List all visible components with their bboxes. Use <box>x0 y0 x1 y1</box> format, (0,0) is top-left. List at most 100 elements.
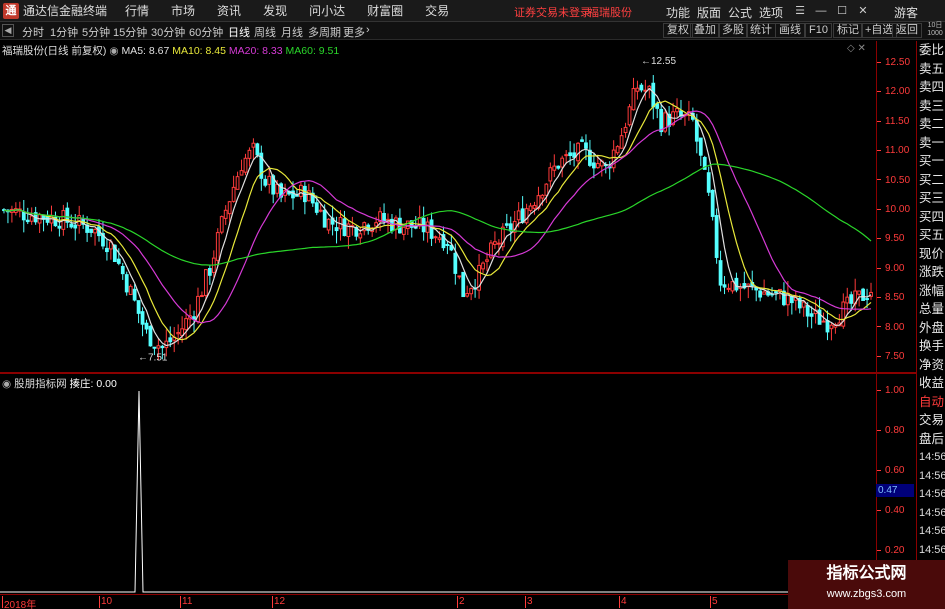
candle-body <box>184 318 188 331</box>
candle-body <box>69 223 74 228</box>
candle-body <box>445 243 450 246</box>
period-weekly[interactable]: 周线 <box>254 24 276 40</box>
candle-body <box>774 291 778 294</box>
candlestick-chart[interactable]: ←12.55 ←7.51 <box>0 41 876 372</box>
indicator-param-value: 0.00 <box>96 378 117 390</box>
candle-body <box>128 285 133 295</box>
candle-body <box>105 247 109 253</box>
indicator-tick: 0.80 <box>877 425 917 436</box>
quote-label: 交易 <box>919 413 945 427</box>
ma5-line <box>3 87 872 347</box>
candle-body <box>568 152 573 157</box>
indicator-tick: 1.00 <box>877 385 917 396</box>
f10-button[interactable]: F10 <box>805 23 832 38</box>
menu-item-market[interactable]: 市场 <box>171 2 195 19</box>
menu-item-news[interactable]: 资讯 <box>217 2 241 19</box>
candle-body <box>267 175 272 185</box>
candle-body <box>481 262 485 270</box>
minimize-icon[interactable]: — <box>813 3 829 19</box>
candle-body <box>322 209 327 228</box>
candle-body <box>718 260 723 286</box>
statistics-button[interactable]: 统计 <box>746 23 776 38</box>
candle-body <box>29 215 34 222</box>
menu-item-options[interactable]: 选项 <box>759 4 783 21</box>
menu-icon[interactable]: ☰ <box>792 3 808 19</box>
candle-body <box>821 320 826 323</box>
candle-body <box>116 258 121 264</box>
mark-button[interactable]: 标记 <box>833 23 863 38</box>
draw-line-button[interactable]: 画线 <box>775 23 805 38</box>
menu-bar: 通 通达信金融终端 行情 市场 资讯 发现 问小达 财富圈 交易 证券交易未登录… <box>0 0 945 22</box>
candle-body <box>176 332 181 335</box>
panel-options-icon[interactable]: ◇ ✕ <box>847 43 866 54</box>
candle-body <box>520 208 525 223</box>
period-5min[interactable]: 5分钟 <box>82 24 110 40</box>
candle-body <box>93 228 97 234</box>
candle-body <box>89 228 93 233</box>
candle-body <box>675 108 679 113</box>
settings-icon[interactable]: ◉ <box>2 378 11 390</box>
close-icon[interactable]: ✕ <box>855 3 871 19</box>
menu-item-formula[interactable]: 公式 <box>728 4 752 21</box>
candle-body <box>255 143 260 156</box>
price-tick: 7.50 <box>877 351 917 362</box>
candle-body <box>865 298 869 301</box>
menu-item-quotes[interactable]: 行情 <box>125 2 149 19</box>
period-daily[interactable]: 日线 <box>228 24 250 40</box>
quote-label: 买二 <box>919 172 945 187</box>
candle-body <box>200 295 204 298</box>
login-notice[interactable]: 证券交易未登录 <box>514 4 591 20</box>
maximize-icon[interactable]: ☐ <box>834 3 850 19</box>
price-tick: 9.50 <box>877 233 917 244</box>
adjust-button[interactable]: 复权 <box>663 23 693 38</box>
menu-item-function[interactable]: 功能 <box>666 4 690 21</box>
candle-body <box>849 294 854 304</box>
time-label: 2018年 <box>1 596 36 609</box>
price-tick: 8.00 <box>877 322 917 333</box>
candle-body <box>144 322 149 330</box>
price-tick: 12.50 <box>877 57 917 68</box>
menu-item-ask[interactable]: 问小达 <box>309 2 345 19</box>
menu-item-wealth[interactable]: 财富圈 <box>367 2 403 19</box>
candle-body <box>219 216 224 233</box>
candle-body <box>548 167 553 182</box>
candle-body <box>857 290 862 295</box>
candle-body <box>730 281 735 292</box>
candle-body <box>560 157 565 168</box>
candle-body <box>120 265 125 275</box>
period-tick[interactable]: 分时 <box>22 24 44 40</box>
candle-body <box>504 223 509 226</box>
overlay-button[interactable]: 叠加 <box>690 23 720 38</box>
back-arrow-icon[interactable]: ◀ <box>2 24 14 37</box>
period-more[interactable]: 更多 <box>343 24 365 40</box>
candle-body <box>148 325 153 347</box>
indicator-tick: 0.40 <box>877 505 917 516</box>
candle-body <box>817 309 822 325</box>
guest-login[interactable]: 游客 <box>894 4 918 21</box>
indicator-chart[interactable] <box>0 374 876 594</box>
candle-body <box>714 215 719 258</box>
candle-body <box>207 268 212 276</box>
indicator-legend: ◉ 股朋指标网 揍庄: 0.00 <box>2 376 117 391</box>
ma60-legend: MA60: 9.51 <box>285 45 340 57</box>
period-30min[interactable]: 30分钟 <box>151 24 185 40</box>
multi-stock-button[interactable]: 多股 <box>718 23 748 38</box>
period-15min[interactable]: 15分钟 <box>113 24 147 40</box>
settings-icon[interactable]: ◉ <box>109 45 118 57</box>
period-multi[interactable]: 多周期 <box>308 24 341 40</box>
quote-label: 现价 <box>919 246 945 261</box>
indicator-svg <box>0 390 876 593</box>
candle-body <box>845 296 850 304</box>
return-button[interactable]: 返回 <box>892 23 922 38</box>
menu-item-layout[interactable]: 版面 <box>697 4 721 21</box>
trade-time: 14:56 <box>919 451 945 463</box>
period-monthly[interactable]: 月线 <box>281 24 303 40</box>
menu-item-discover[interactable]: 发现 <box>263 2 287 19</box>
menu-item-trade[interactable]: 交易 <box>425 2 449 19</box>
candle-body <box>580 139 584 142</box>
quote-label: 涨幅 <box>919 283 945 298</box>
period-1min[interactable]: 1分钟 <box>50 24 78 40</box>
period-60min[interactable]: 60分钟 <box>189 24 223 40</box>
chevron-right-icon[interactable]: › <box>366 24 370 36</box>
candle-body <box>263 178 268 186</box>
